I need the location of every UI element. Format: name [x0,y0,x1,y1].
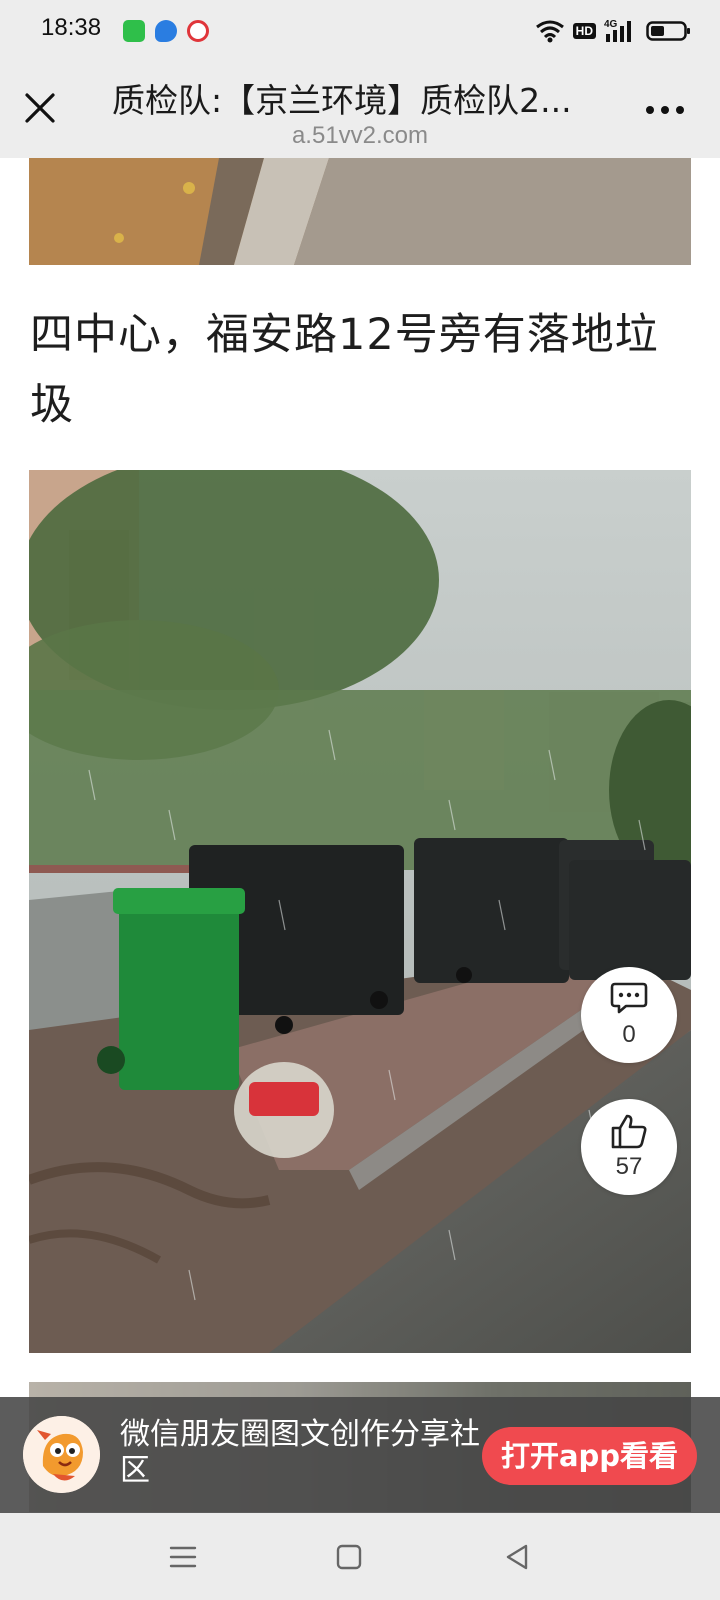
thumbs-up-icon [611,1114,647,1149]
app-logo [23,1416,100,1493]
menu-icon [169,1546,197,1568]
back-icon [506,1544,528,1570]
status-time: 18:38 [41,14,102,41]
wifi-icon [535,20,564,43]
promo-text: 微信朋友圈图文创作分享社区 [120,1417,480,1488]
post-photo[interactable] [29,470,691,1353]
blue-app-icon [155,20,177,42]
network-label: 4G [604,19,618,30]
system-nav-bar [0,1513,720,1600]
menu-button[interactable] [163,1537,203,1577]
comment-button[interactable]: 0 [581,967,677,1063]
battery-icon [646,21,690,41]
mascot-icon [23,1416,100,1493]
comment-count: 0 [622,1021,636,1048]
more-icon [646,106,684,114]
status-indicators: HD 4G [535,18,692,44]
home-button[interactable] [329,1537,369,1577]
home-icon [336,1544,362,1570]
page-url: a.51vv2.com [291,122,429,149]
photo-art [29,470,691,1353]
page-title: 质检队:【京兰环境】质检队2... [112,81,572,120]
green-app-icon [123,20,145,42]
status-app-icons [123,20,209,42]
photo-previous-art [29,158,691,265]
open-app-button[interactable]: 打开app看看 [482,1427,697,1485]
red-app-icon [187,20,209,42]
signal-icon: 4G [604,19,631,42]
hd-badge: HD [572,23,596,39]
like-button[interactable]: 57 [581,1099,677,1195]
status-bar: 18:38 HD 4G [0,0,720,62]
post-photo-previous[interactable] [29,158,691,265]
post-caption: 四中心，福安路12号旁有落地垃圾 [30,310,659,430]
app-promo-banner: 微信朋友圈图文创作分享社区 打开app看看 [0,1397,720,1513]
comment-icon [610,982,648,1014]
like-count: 57 [615,1153,643,1180]
back-button[interactable] [497,1537,537,1577]
more-button[interactable] [644,102,686,118]
title-bar: 质检队:【京兰环境】质检队2... a.51vv2.com [0,62,720,158]
